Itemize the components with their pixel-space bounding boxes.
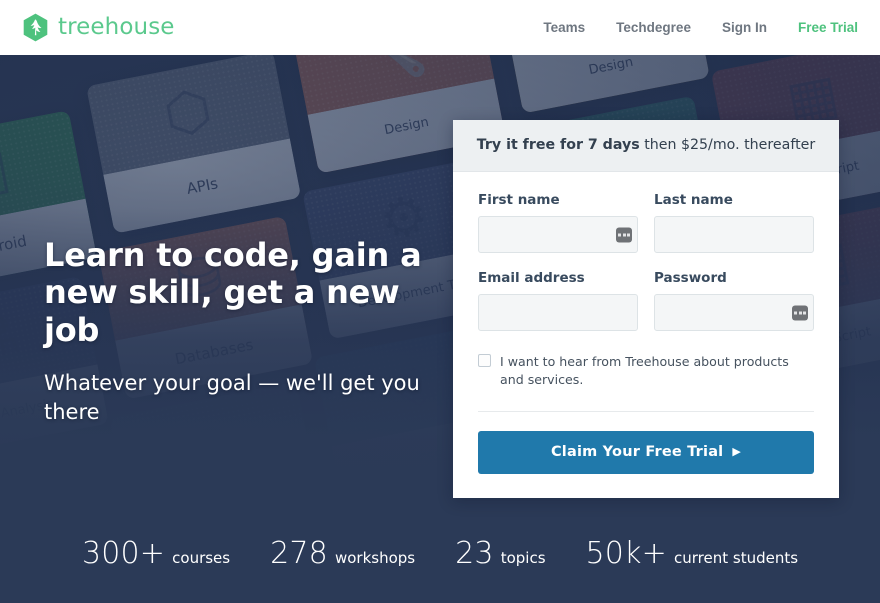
last-name-input-wrap[interactable] [654, 216, 814, 253]
last-name-field-group: Last name [654, 192, 814, 253]
stat-number: 278 [270, 535, 328, 571]
nav-item-techdegree[interactable]: Techdegree [616, 20, 691, 35]
trial-banner-rest: then $25/mo. thereafter [639, 137, 816, 153]
last-name-input[interactable] [655, 217, 813, 252]
stat-number: 23 [455, 535, 494, 571]
autofill-key-icon[interactable] [616, 227, 632, 242]
email-label: Email address [478, 270, 585, 286]
first-name-label: First name [478, 192, 560, 208]
brand-name: treehouse [58, 14, 175, 40]
first-name-input[interactable] [479, 217, 637, 252]
field-row-spacer [478, 253, 814, 270]
trial-banner-bold: Try it free for 7 days [476, 137, 640, 153]
password-input[interactable] [655, 295, 813, 330]
email-input-wrap[interactable] [478, 294, 638, 331]
form-divider [478, 410, 814, 412]
trial-banner: Try it free for 7 days then $25/mo. ther… [453, 120, 839, 172]
stat-topics: 23 topics [455, 536, 545, 571]
autofill-key-icon[interactable] [792, 305, 808, 320]
play-arrow-icon: ▶ [732, 445, 742, 459]
stats-bar: 300+ courses 278 workshops 23 topics 50k… [0, 511, 880, 603]
treehouse-leaf-hexagon-logo-icon [23, 13, 48, 42]
stat-label: workshops [334, 548, 416, 567]
stat-courses: 300+ courses [82, 536, 230, 571]
credentials-field-row: Email address Password [478, 270, 814, 331]
stat-number: 50k+ [585, 535, 667, 571]
first-name-input-wrap[interactable] [478, 216, 638, 253]
hero-headline: Learn to code, gain a new skill, get a n… [44, 236, 422, 349]
signup-form-body: First name Last name Email address Passw… [453, 172, 839, 498]
signup-form-card: Try it free for 7 days then $25/mo. ther… [453, 120, 839, 498]
hero-copy: Learn to code, gain a new skill, get a n… [44, 236, 444, 427]
stat-number: 300+ [81, 535, 166, 571]
primary-nav: Teams Techdegree Sign In Free Trial [543, 20, 858, 35]
email-input[interactable] [479, 295, 637, 330]
stat-label: courses [172, 548, 231, 567]
nav-item-teams[interactable]: Teams [543, 20, 585, 35]
stat-workshops: 278 workshops [270, 536, 415, 571]
cta-label: Claim Your Free Trial [550, 444, 724, 461]
marketing-optin-checkbox[interactable] [478, 354, 491, 367]
password-field-group: Password [654, 270, 814, 331]
stat-label: current students [674, 548, 799, 567]
claim-free-trial-button[interactable]: Claim Your Free Trial ▶ [478, 430, 814, 474]
name-field-row: First name Last name [478, 192, 814, 253]
hero-subheadline: Whatever your goal — we'll get you there [44, 371, 420, 425]
nav-item-free-trial[interactable]: Free Trial [798, 20, 858, 35]
stat-current-students: 50k+ current students [586, 536, 799, 571]
brand-logo-link[interactable]: treehouse [22, 13, 175, 42]
first-name-field-group: First name [478, 192, 638, 253]
email-field-group: Email address [478, 270, 638, 331]
last-name-label: Last name [654, 192, 733, 208]
nav-item-sign-in[interactable]: Sign In [722, 20, 767, 35]
password-input-wrap[interactable] [654, 294, 814, 331]
stat-label: topics [500, 548, 546, 567]
site-header: treehouse Teams Techdegree Sign In Free … [0, 0, 880, 55]
password-label: Password [654, 270, 727, 286]
marketing-optin-label: I want to hear from Treehouse about prod… [500, 354, 789, 387]
marketing-optin-row[interactable]: I want to hear from Treehouse about prod… [478, 353, 814, 389]
landing-page: treehouse Teams Techdegree Sign In Free … [0, 0, 880, 603]
